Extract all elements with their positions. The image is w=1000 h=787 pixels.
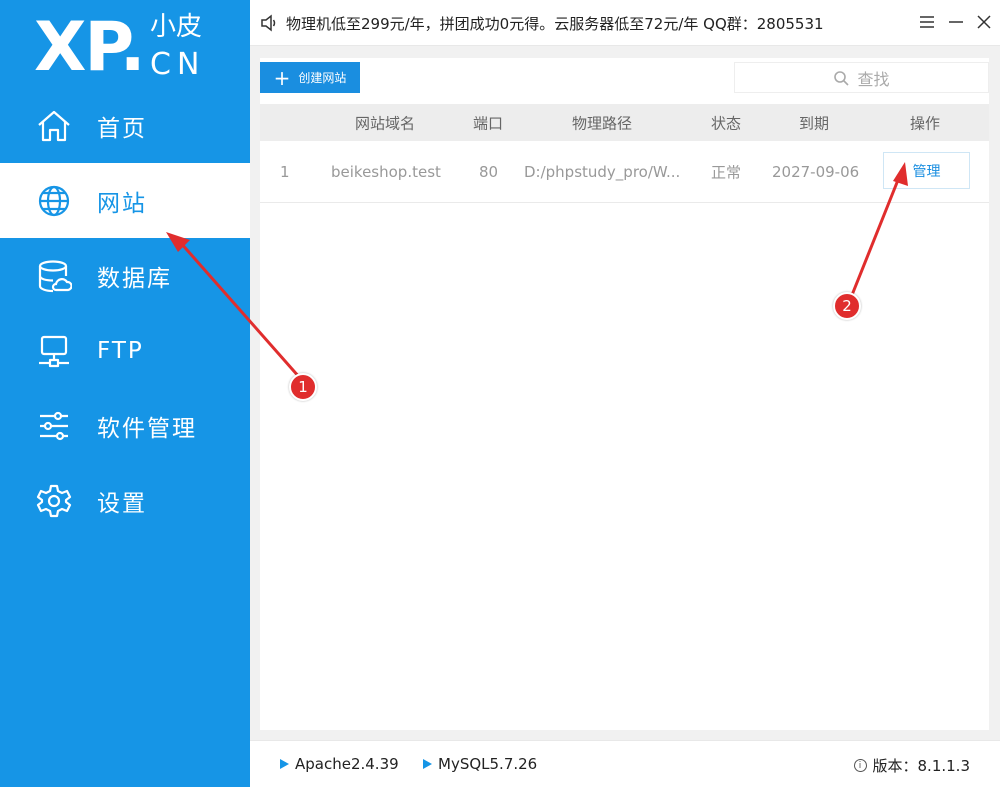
sidebar-item-settings[interactable]: 设置 — [0, 463, 250, 538]
info-icon: i — [853, 759, 867, 772]
table-row[interactable]: 1 beikeshop.test 80 D:/phpstudy_pro/W...… — [260, 141, 989, 203]
top-bar: 物理机低至299元/年，拼团成功0元得。云服务器低至72元/年 QQ群：2805… — [250, 0, 1000, 46]
minimize-icon[interactable] — [946, 12, 966, 32]
service-mysql[interactable]: MySQL5.7.26 — [423, 755, 537, 773]
sidebar-item-label: 首页 — [97, 115, 147, 142]
service-apache[interactable]: Apache2.4.39 — [280, 755, 399, 773]
menu-icon[interactable] — [917, 12, 937, 32]
service-label: MySQL5.7.26 — [438, 755, 538, 773]
logo-mark: XP. — [34, 8, 146, 87]
ftp-icon — [36, 333, 72, 369]
column-header-action: 操作 — [910, 114, 941, 132]
column-header-path: 物理路径 — [572, 114, 633, 132]
sidebar-item-label: FTP — [97, 337, 144, 364]
home-icon — [36, 108, 72, 144]
version-number: 8.1.1.3 — [917, 756, 970, 775]
search-icon — [834, 70, 850, 86]
manage-button[interactable]: 管理 — [883, 152, 970, 189]
sidebar-item-home[interactable]: 首页 — [0, 88, 250, 163]
plus-icon: + — [273, 65, 291, 90]
row-domain: beikeshop.test — [331, 162, 441, 181]
sidebar-item-database[interactable]: 数据库 — [0, 238, 250, 313]
app-logo: XP. 小皮 CN — [34, 8, 224, 88]
column-header-expiry: 到期 — [799, 114, 830, 132]
sidebar-item-software[interactable]: 软件管理 — [0, 388, 250, 463]
sidebar-item-label: 数据库 — [97, 265, 172, 292]
play-icon — [280, 759, 289, 769]
database-icon — [36, 258, 73, 294]
sidebar-item-ftp[interactable]: FTP — [0, 313, 250, 388]
close-icon[interactable] — [974, 12, 994, 32]
search-placeholder: 查找 — [857, 69, 890, 89]
row-index: 1 — [280, 162, 290, 181]
annotation-marker-1: 1 — [289, 373, 317, 401]
row-status: 正常 — [711, 163, 742, 181]
create-website-button[interactable]: + 创建网站 — [260, 62, 360, 93]
column-header-domain: 网站域名 — [355, 114, 416, 132]
status-footer: Apache2.4.39 MySQL5.7.26 i 版本： 8.1.1.3 — [250, 740, 1000, 787]
sidebar-item-label: 网站 — [97, 190, 147, 217]
row-expiry: 2027-09-06 — [772, 162, 860, 181]
speaker-icon — [260, 14, 278, 32]
row-port: 80 — [479, 162, 499, 181]
sliders-icon — [36, 408, 72, 444]
play-icon — [423, 759, 432, 769]
sidebar-item-label: 设置 — [97, 490, 147, 517]
row-path: D:/phpstudy_pro/W... — [524, 162, 681, 181]
version-info: i 版本： 8.1.1.3 — [853, 755, 970, 776]
globe-icon — [36, 183, 72, 219]
annotation-marker-2: 2 — [833, 292, 861, 320]
sidebar: XP. 小皮 CN 首页 网站 数据库 FTP 软件管理 设置 — [0, 0, 250, 787]
column-header-port: 端口 — [473, 114, 504, 132]
logo-sub: 小皮 — [150, 12, 203, 42]
website-content: + 创建网站 查找 网站域名 端口 物理路径 状态 到期 操作 1 beikes… — [260, 58, 989, 730]
sidebar-item-website[interactable]: 网站 — [0, 163, 250, 238]
create-website-label: 创建网站 — [298, 71, 347, 85]
logo-domain: CN — [150, 47, 206, 82]
website-table: 网站域名 端口 物理路径 状态 到期 操作 1 beikeshop.test 8… — [260, 104, 989, 203]
version-label: 版本： — [872, 757, 918, 775]
service-label: Apache2.4.39 — [295, 755, 399, 773]
sidebar-nav: 首页 网站 数据库 FTP 软件管理 设置 — [0, 88, 250, 538]
announcement-text[interactable]: 物理机低至299元/年，拼团成功0元得。云服务器低至72元/年 QQ群：2805… — [286, 13, 824, 34]
main-panel: 物理机低至299元/年，拼团成功0元得。云服务器低至72元/年 QQ群：2805… — [250, 0, 1000, 787]
sidebar-item-label: 软件管理 — [97, 415, 197, 442]
table-header: 网站域名 端口 物理路径 状态 到期 操作 — [260, 104, 989, 141]
search-input[interactable]: 查找 — [734, 62, 989, 93]
column-header-status: 状态 — [711, 114, 742, 132]
gear-icon — [36, 483, 72, 519]
